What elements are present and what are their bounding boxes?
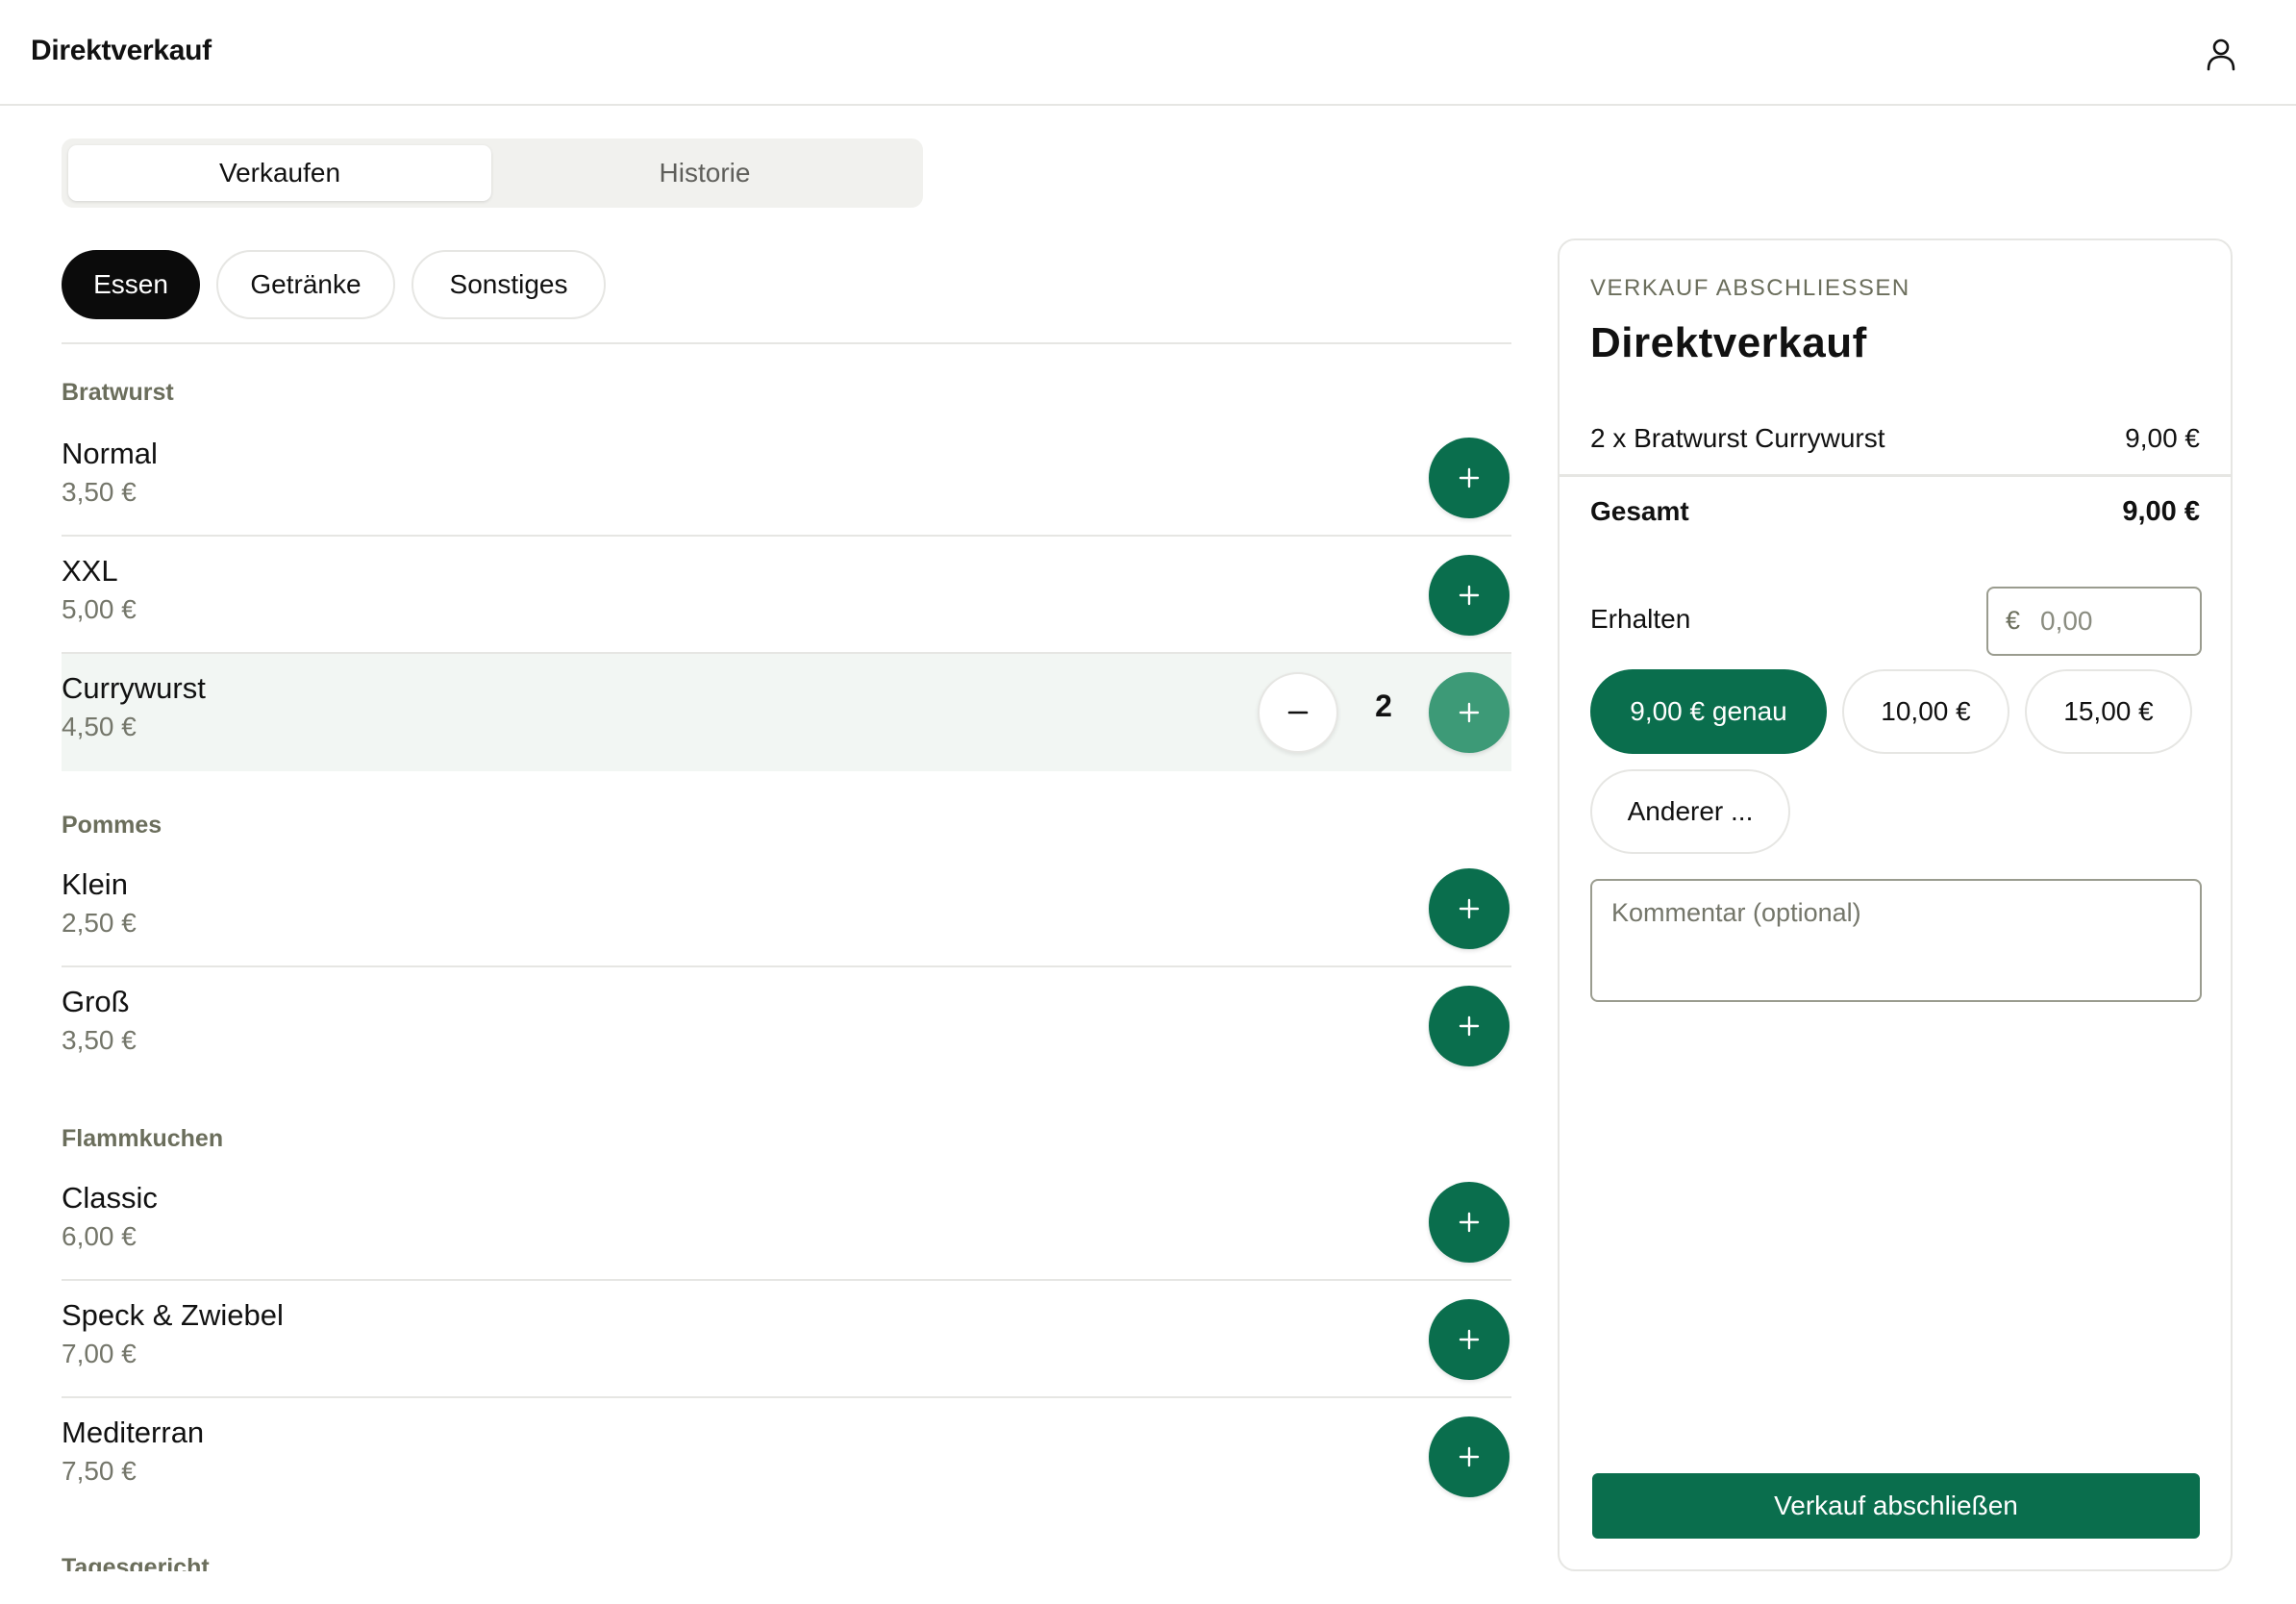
section-label-pommes: Pommes <box>62 812 162 839</box>
minus-icon <box>1287 711 1309 714</box>
quick-amount-exact-button[interactable]: 9,00 € genau <box>1590 669 1827 754</box>
checkout-title: Direktverkauf <box>1590 319 1867 366</box>
product-name: Groß <box>62 985 130 1018</box>
comment-field[interactable] <box>1590 879 2202 1002</box>
tab-historie[interactable]: Historie <box>493 145 916 201</box>
product-row-selected: Currywurst 4,50 € 2 <box>62 654 1511 771</box>
plus-icon <box>1459 1212 1480 1233</box>
received-label: Erhalten <box>1590 604 1691 634</box>
add-button[interactable] <box>1429 672 1510 753</box>
finish-sale-button[interactable]: Verkauf abschließen <box>1592 1473 2200 1539</box>
category-chip-getraenke[interactable]: Getränke <box>216 250 395 319</box>
product-row: Klein 2,50 € <box>62 850 1511 967</box>
add-button[interactable] <box>1429 1416 1510 1497</box>
product-row: Groß 3,50 € <box>62 967 1511 1085</box>
product-price: 3,50 € <box>62 477 137 507</box>
product-name: XXL <box>62 554 118 588</box>
product-name: Currywurst <box>62 671 206 705</box>
section-label-flammkuchen: Flammkuchen <box>62 1125 224 1152</box>
product-name: Classic <box>62 1181 158 1215</box>
currency-symbol: € <box>2006 606 2021 635</box>
plus-icon <box>1459 1329 1480 1350</box>
product-name: Klein <box>62 867 128 901</box>
product-row: Speck & Zwiebel 7,00 € <box>62 1281 1511 1398</box>
add-button[interactable] <box>1429 555 1510 636</box>
order-line-text: 2 x Bratwurst Currywurst <box>1590 423 1885 453</box>
checkout-panel: VERKAUF ABSCHLIESSEN Direktverkauf 2 x B… <box>1558 238 2233 1571</box>
total-label: Gesamt <box>1590 496 1689 526</box>
product-price: 3,50 € <box>62 1025 137 1055</box>
product-name: Mediterran <box>62 1416 205 1449</box>
add-button[interactable] <box>1429 1299 1510 1380</box>
top-bar: Direktverkauf <box>0 0 2296 106</box>
add-button[interactable] <box>1429 868 1510 949</box>
plus-icon <box>1459 898 1480 919</box>
total-value: 9,00 € <box>2122 496 2200 527</box>
quick-amount-other-button[interactable]: Anderer ... <box>1590 769 1790 854</box>
received-amount-input[interactable] <box>2040 600 2184 642</box>
plus-icon <box>1459 467 1480 489</box>
category-chip-sonstiges[interactable]: Sonstiges <box>412 250 606 319</box>
quick-amount-15-button[interactable]: 15,00 € <box>2025 669 2192 754</box>
section-label-bratwurst: Bratwurst <box>62 379 174 406</box>
product-price: 5,00 € <box>62 594 137 624</box>
tab-verkaufen[interactable]: Verkaufen <box>68 145 491 201</box>
plus-icon <box>1459 702 1480 723</box>
received-amount-field[interactable]: € <box>1986 587 2202 656</box>
product-price: 7,00 € <box>62 1339 137 1368</box>
app-title: Direktverkauf <box>31 35 212 66</box>
quick-amount-10-button[interactable]: 10,00 € <box>1842 669 2009 754</box>
decrement-button[interactable] <box>1258 672 1338 753</box>
add-button[interactable] <box>1429 1182 1510 1263</box>
category-chip-essen[interactable]: Essen <box>62 250 200 319</box>
plus-icon <box>1459 1015 1480 1037</box>
add-button[interactable] <box>1429 438 1510 518</box>
product-row: Classic 6,00 € <box>62 1164 1511 1281</box>
section-label-tagesgericht: Tagesgericht <box>62 1554 210 1571</box>
plus-icon <box>1459 585 1480 606</box>
plus-icon <box>1459 1446 1480 1467</box>
product-price: 2,50 € <box>62 908 137 938</box>
product-price: 7,50 € <box>62 1456 137 1486</box>
user-icon[interactable] <box>2200 33 2242 75</box>
order-line-amount: 9,00 € <box>2125 423 2200 453</box>
add-button[interactable] <box>1429 986 1510 1066</box>
category-divider <box>62 342 1511 344</box>
product-row: XXL 5,00 € <box>62 537 1511 654</box>
product-row: Mediterran 7,50 € <box>62 1398 1511 1516</box>
product-name: Normal <box>62 437 158 470</box>
quantity-value: 2 <box>1375 689 1392 723</box>
product-name: Speck & Zwiebel <box>62 1298 284 1332</box>
product-row: Normal 3,50 € <box>62 419 1511 537</box>
checkout-kicker: VERKAUF ABSCHLIESSEN <box>1590 275 1910 301</box>
product-price: 4,50 € <box>62 712 137 741</box>
product-price: 6,00 € <box>62 1221 137 1251</box>
view-tabs: Verkaufen Historie <box>62 138 923 208</box>
order-divider <box>1560 474 2231 477</box>
